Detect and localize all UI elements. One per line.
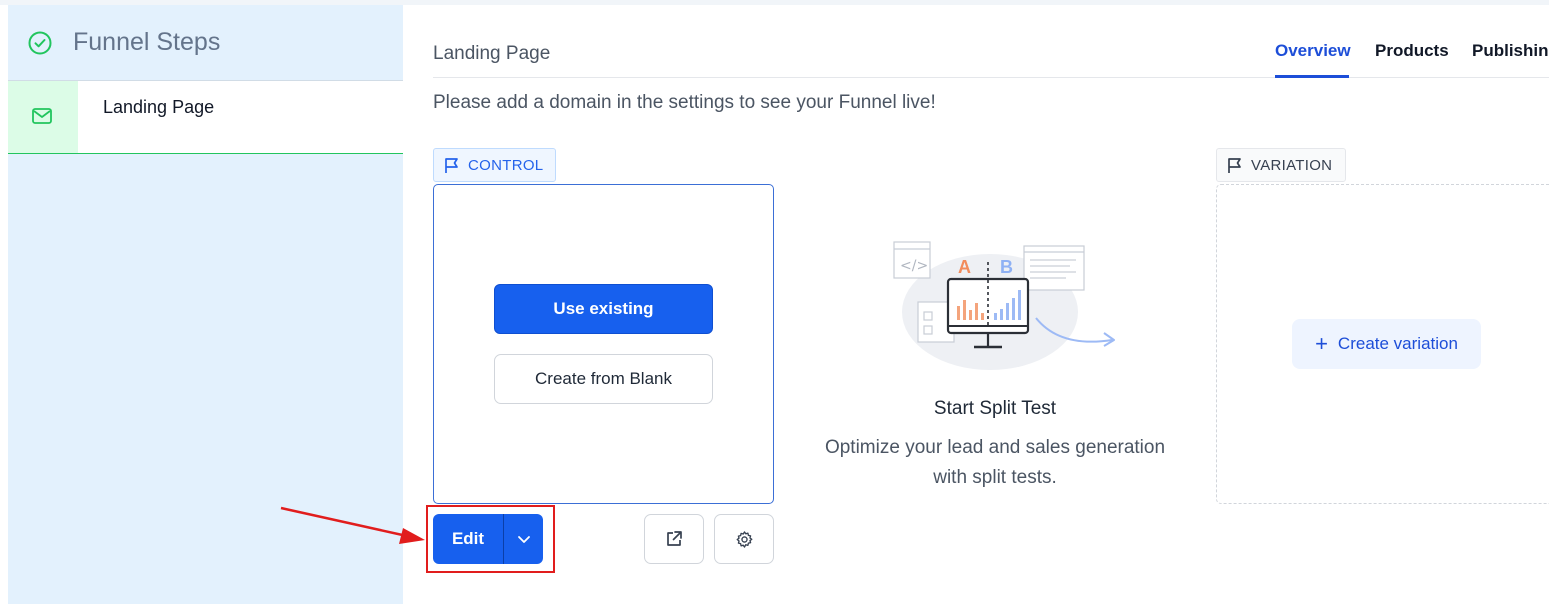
create-from-blank-button[interactable]: Create from Blank (494, 354, 713, 404)
split-test-illustration: </> A B (893, 241, 1115, 370)
tab-products[interactable]: Products (1375, 41, 1449, 61)
variant-a-label: A (958, 257, 971, 277)
control-badge-label: CONTROL (468, 156, 544, 174)
check-circle-icon (28, 31, 52, 55)
mail-icon (32, 108, 52, 124)
tabs-divider (433, 77, 1549, 78)
use-existing-button[interactable]: Use existing (494, 284, 713, 334)
control-badge: CONTROL (433, 148, 556, 182)
open-external-button[interactable] (644, 514, 704, 564)
external-link-icon (667, 531, 682, 546)
tab-overview[interactable]: Overview (1275, 41, 1351, 61)
highlight-box (426, 505, 555, 573)
sidebar-item-landing-page[interactable]: Landing Page (8, 81, 403, 154)
sidebar-header: Funnel Steps (8, 5, 403, 81)
split-test-description: Optimize your lead and sales generation … (824, 437, 1166, 488)
create-variation-button[interactable]: + Create variation (1292, 319, 1481, 369)
variant-b-label: B (1000, 257, 1013, 277)
active-tab-indicator (1275, 75, 1349, 78)
page-title: Landing Page (433, 43, 551, 64)
settings-button[interactable] (714, 514, 774, 564)
tab-publishing[interactable]: Publishing (1472, 41, 1549, 61)
step-icon-box (8, 81, 78, 153)
svg-text:</>: </> (900, 258, 928, 274)
create-variation-label: Create variation (1337, 334, 1458, 353)
sidebar-item-label: Landing Page (103, 97, 215, 117)
annotation-arrow (280, 506, 425, 544)
gear-icon (736, 530, 752, 548)
variation-badge-label: VARIATION (1251, 156, 1333, 174)
split-test-title: Start Split Test (933, 398, 1057, 419)
flag-icon (445, 157, 458, 173)
sidebar-title: Funnel Steps (73, 28, 221, 56)
control-card (433, 184, 774, 504)
flag-icon (1228, 157, 1241, 173)
plus-icon: + (1315, 331, 1328, 356)
domain-notice: Please add a domain in the settings to s… (433, 92, 936, 113)
variation-badge: VARIATION (1216, 148, 1346, 182)
